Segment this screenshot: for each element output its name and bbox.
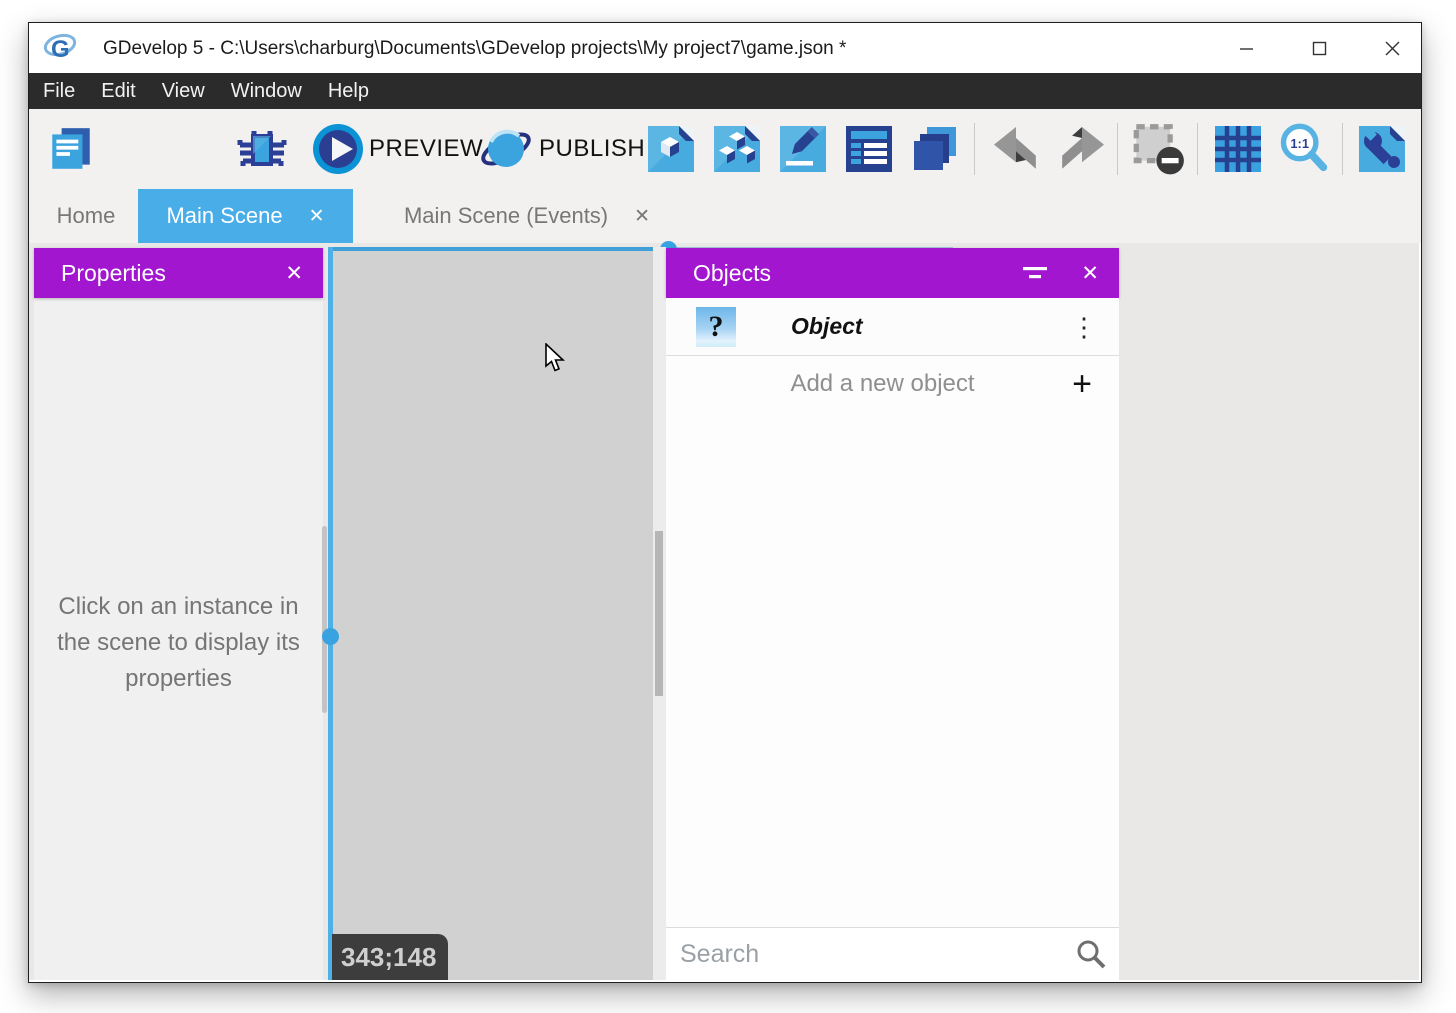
publish-globe-icon[interactable] [479, 122, 533, 176]
object-list-item[interactable]: ? Object ⋮ [666, 298, 1119, 356]
scene-frame-left-edge [328, 247, 333, 980]
tab-home-label: Home [57, 203, 116, 229]
canvas-scrollbar-track[interactable] [653, 247, 666, 980]
menu-help[interactable]: Help [315, 73, 382, 109]
tab-bar: Home Main Scene ✕ Main Scene (Events) ✕ [29, 189, 1421, 243]
tab-main-scene-events-label: Main Scene (Events) [404, 203, 608, 229]
plus-icon: + [1065, 365, 1099, 404]
search-icon [1075, 938, 1107, 970]
gdevelop-logo-icon: G [43, 32, 79, 64]
maximize-button[interactable] [1290, 23, 1348, 73]
tab-main-scene-events[interactable]: Main Scene (Events) ✕ [371, 189, 683, 243]
toolbar-separator [1342, 123, 1343, 175]
tab-close-icon[interactable]: ✕ [309, 205, 325, 228]
objects-panel: Objects ✕ ? Object ⋮ Add a new object + [666, 248, 1119, 980]
frame-resize-handle-left[interactable] [322, 628, 339, 645]
toolbar-separator [1117, 123, 1118, 175]
properties-header: Properties ✕ [34, 248, 323, 298]
menu-window[interactable]: Window [218, 73, 315, 109]
title-bar: G GDevelop 5 - C:\Users\charburg\Documen… [29, 23, 1421, 73]
menu-file[interactable]: File [30, 73, 88, 109]
events-list-icon[interactable] [844, 124, 894, 174]
scene-properties-icon[interactable] [778, 124, 828, 174]
add-new-object-label: Add a new object [666, 370, 1065, 398]
publish-label[interactable]: PUBLISH [539, 135, 645, 163]
properties-panel: Properties ✕ Click on an instance in the… [34, 248, 323, 980]
search-input[interactable] [666, 928, 1073, 980]
toolbar: PREVIEW PUBLISH [29, 109, 1421, 189]
window-title: GDevelop 5 - C:\Users\charburg\Documents… [103, 23, 846, 73]
tab-main-scene[interactable]: Main Scene ✕ [138, 189, 353, 243]
gdevelop-window: G GDevelop 5 - C:\Users\charburg\Documen… [28, 22, 1422, 983]
objects-close-icon[interactable]: ✕ [1081, 261, 1099, 286]
properties-empty-message: Click on an instance in the scene to dis… [34, 589, 323, 697]
svg-text:G: G [51, 36, 70, 63]
properties-scrollbar[interactable] [322, 526, 327, 713]
close-button[interactable] [1363, 23, 1421, 73]
minimize-button[interactable] [1217, 23, 1275, 73]
preview-label[interactable]: PREVIEW [369, 135, 483, 163]
svg-text:1:1: 1:1 [1290, 136, 1309, 151]
add-new-object-button[interactable]: Add a new object + [666, 356, 1119, 412]
objects-search-bar [666, 927, 1119, 980]
menu-view[interactable]: View [149, 73, 218, 109]
objects-list-icon[interactable] [712, 124, 762, 174]
redo-icon[interactable] [1057, 127, 1107, 171]
tab-main-scene-label: Main Scene [166, 203, 282, 229]
scene-frame-top-edge [328, 247, 668, 251]
object-menu-kebab-icon[interactable]: ⋮ [1071, 317, 1097, 337]
tab-home[interactable]: Home [46, 189, 126, 243]
objects-header: Objects ✕ [666, 248, 1119, 298]
object-name: Object [791, 313, 863, 340]
zoom-1-1-icon[interactable]: 1:1 [1277, 122, 1331, 176]
toolbar-separator [1197, 123, 1198, 175]
properties-close-icon[interactable]: ✕ [285, 261, 303, 286]
filter-icon[interactable] [1023, 266, 1047, 280]
debug-icon[interactable] [236, 123, 288, 175]
toolbar-separator [974, 123, 975, 175]
menu-edit[interactable]: Edit [88, 73, 148, 109]
open-settings-icon[interactable] [1357, 124, 1407, 174]
deselect-instances-icon[interactable] [1131, 122, 1186, 177]
objects-title: Objects [693, 260, 771, 287]
cursor-coordinates-badge: 343;148 [332, 934, 448, 980]
layers-icon[interactable] [910, 124, 960, 174]
scene-editor-icon[interactable] [646, 124, 696, 174]
menu-bar: File Edit View Window Help [29, 73, 1421, 109]
preview-play-icon[interactable] [311, 122, 365, 176]
mouse-cursor-icon [544, 343, 566, 373]
canvas-scrollbar-thumb[interactable] [655, 531, 663, 696]
grid-icon[interactable] [1213, 124, 1263, 174]
properties-title: Properties [61, 260, 166, 287]
project-manager-icon[interactable] [46, 124, 96, 174]
object-thumbnail-icon: ? [696, 307, 736, 347]
editor-content: Properties ✕ Click on an instance in the… [29, 243, 1419, 980]
undo-icon[interactable] [991, 127, 1041, 171]
tab-close-icon[interactable]: ✕ [634, 205, 650, 228]
